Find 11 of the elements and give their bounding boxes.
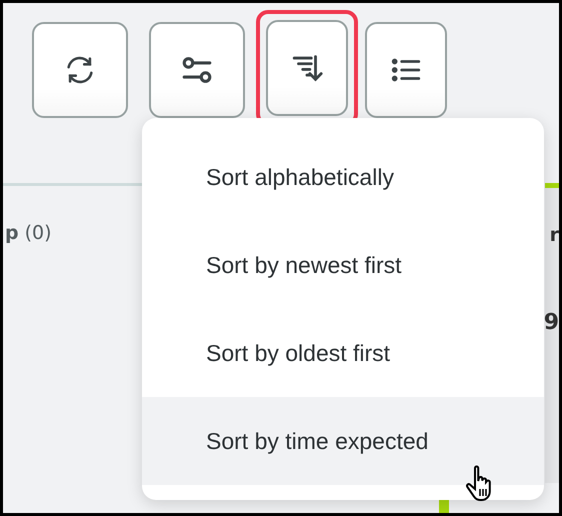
menu-item[interactable]: Sort by oldest first [142,309,544,397]
menu-item[interactable]: Sort by time expected [142,397,544,485]
menu-item[interactable]: Sort by newest first [142,221,544,309]
list-view-button[interactable] [365,22,447,118]
card-value: 9 [544,310,559,335]
menu-item[interactable]: Sort alphabetically [142,133,544,221]
column-heading: r [550,224,559,246]
sort-button[interactable] [266,20,348,116]
refresh-button[interactable] [32,22,128,118]
column-heading: p (0) [5,222,53,244]
filter-button[interactable] [149,22,245,118]
